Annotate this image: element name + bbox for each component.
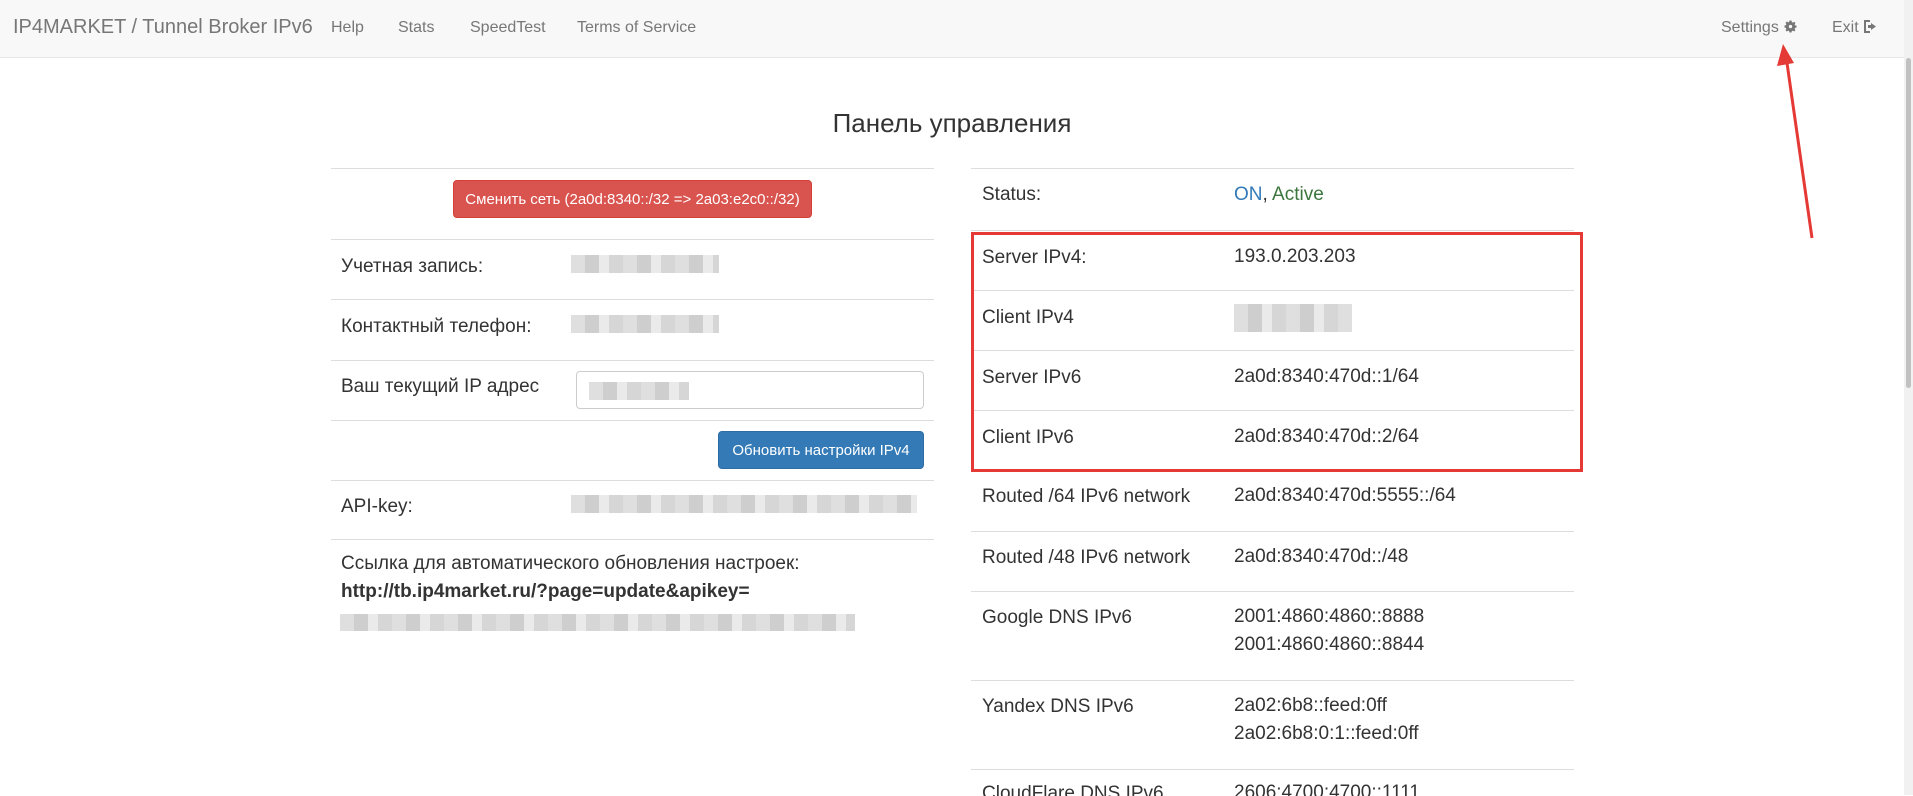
update-ipv4-button[interactable]: Обновить настройки IPv4 — [718, 431, 924, 469]
account-row: Учетная запись: — [331, 239, 934, 300]
yandex-dns-value-1: 2a02:6b8::feed:0ff — [1234, 695, 1387, 716]
status-value: ON, Active — [1234, 181, 1324, 209]
server-ipv4-row: Server IPv4: 193.0.203.203 — [971, 230, 1574, 291]
settings-label: Settings — [1721, 19, 1779, 36]
change-network-button[interactable]: Сменить сеть (2a0d:8340::/32 => 2a03:e2c… — [453, 180, 812, 218]
nav-speedtest[interactable]: SpeedTest — [470, 19, 546, 37]
exit-icon — [1863, 19, 1879, 39]
current-ip-label: Ваш текущий IP адрес — [341, 376, 540, 397]
server-ipv6-label: Server IPv6 — [982, 367, 1082, 388]
routed-64-row: Routed /64 IPv6 network 2a0d:8340:470d:5… — [971, 470, 1574, 532]
current-ip-redacted — [589, 382, 689, 400]
routed-48-value: 2a0d:8340:470d::/48 — [1234, 546, 1409, 567]
yandex-dns-value-2: 2a02:6b8:0:1::feed:0ff — [1234, 723, 1419, 744]
api-key-label: API-key: — [341, 496, 413, 517]
status-active: Active — [1272, 184, 1324, 205]
scrollbar-thumb[interactable] — [1906, 58, 1911, 388]
status-label: Status: — [982, 184, 1042, 205]
settings-link[interactable]: Settings — [1721, 19, 1798, 39]
current-ip-input[interactable] — [576, 371, 924, 409]
client-ipv4-row: Client IPv4 — [971, 290, 1574, 351]
routed-48-label: Routed /48 IPv6 network — [982, 547, 1191, 568]
yandex-dns-row: Yandex DNS IPv6 2a02:6b8::feed:0ff 2a02:… — [971, 680, 1574, 770]
google-dns-row: Google DNS IPv6 2001:4860:4860::8888 200… — [971, 591, 1574, 681]
client-ipv6-label: Client IPv6 — [982, 427, 1074, 448]
exit-label: Exit — [1832, 19, 1859, 36]
status-on: ON — [1234, 184, 1263, 205]
brand-link[interactable]: IP4MARKET / Tunnel Broker IPv6 — [13, 16, 313, 39]
page-title: Панель управления — [832, 108, 1072, 138]
server-ipv6-value: 2a0d:8340:470d::1/64 — [1234, 366, 1419, 387]
server-ipv4-label: Server IPv4: — [982, 247, 1087, 268]
nav-terms-of-service[interactable]: Terms of Service — [577, 19, 696, 37]
api-key-row: API-key: — [331, 480, 934, 541]
nav-help[interactable]: Help — [331, 19, 364, 37]
auto-update-caption: Ссылка для автоматического обновления на… — [341, 553, 800, 574]
cloudflare-dns-row: CloudFlare DNS IPv6 2606:4700:4700::1111 — [971, 769, 1574, 796]
cloudflare-dns-label: CloudFlare DNS IPv6 — [982, 783, 1164, 796]
phone-value-redacted — [571, 315, 719, 333]
phone-label: Контактный телефон: — [341, 316, 532, 337]
exit-link[interactable]: Exit — [1832, 19, 1879, 39]
yandex-dns-label: Yandex DNS IPv6 — [982, 696, 1134, 717]
auto-update-url[interactable]: http://tb.ip4market.ru/?page=update&apik… — [341, 581, 750, 603]
phone-row: Контактный телефон: — [331, 299, 934, 361]
routed-64-label: Routed /64 IPv6 network — [982, 486, 1191, 507]
status-row: Status: ON, Active — [971, 168, 1574, 231]
client-ipv6-row: Client IPv6 2a0d:8340:470d::2/64 — [971, 410, 1574, 471]
cloudflare-dns-value: 2606:4700:4700::1111 — [1234, 782, 1420, 796]
google-dns-label: Google DNS IPv6 — [982, 607, 1132, 628]
divider — [331, 539, 934, 541]
nav-stats[interactable]: Stats — [398, 19, 434, 37]
account-label: Учетная запись: — [341, 256, 484, 277]
status-separator: , — [1262, 184, 1273, 205]
server-ipv4-value: 193.0.203.203 — [1234, 246, 1356, 267]
api-key-redacted — [571, 495, 917, 513]
server-ipv6-row: Server IPv6 2a0d:8340:470d::1/64 — [971, 350, 1574, 411]
client-ipv6-value: 2a0d:8340:470d::2/64 — [1234, 426, 1419, 447]
client-ipv4-label: Client IPv4 — [982, 307, 1074, 328]
routed-48-row: Routed /48 IPv6 network 2a0d:8340:470d::… — [971, 531, 1574, 592]
annotation-arrow-icon — [1777, 44, 1814, 239]
navbar: IP4MARKET / Tunnel Broker IPv6 Help Stat… — [0, 0, 1913, 58]
client-ipv4-redacted — [1234, 304, 1352, 332]
auto-update-url-redacted — [340, 614, 855, 631]
google-dns-value-2: 2001:4860:4860::8844 — [1234, 634, 1425, 655]
gear-icon — [1783, 19, 1798, 39]
google-dns-value-1: 2001:4860:4860::8888 — [1234, 606, 1425, 627]
routed-64-value: 2a0d:8340:470d:5555::/64 — [1234, 485, 1456, 506]
account-value-redacted — [571, 255, 719, 273]
